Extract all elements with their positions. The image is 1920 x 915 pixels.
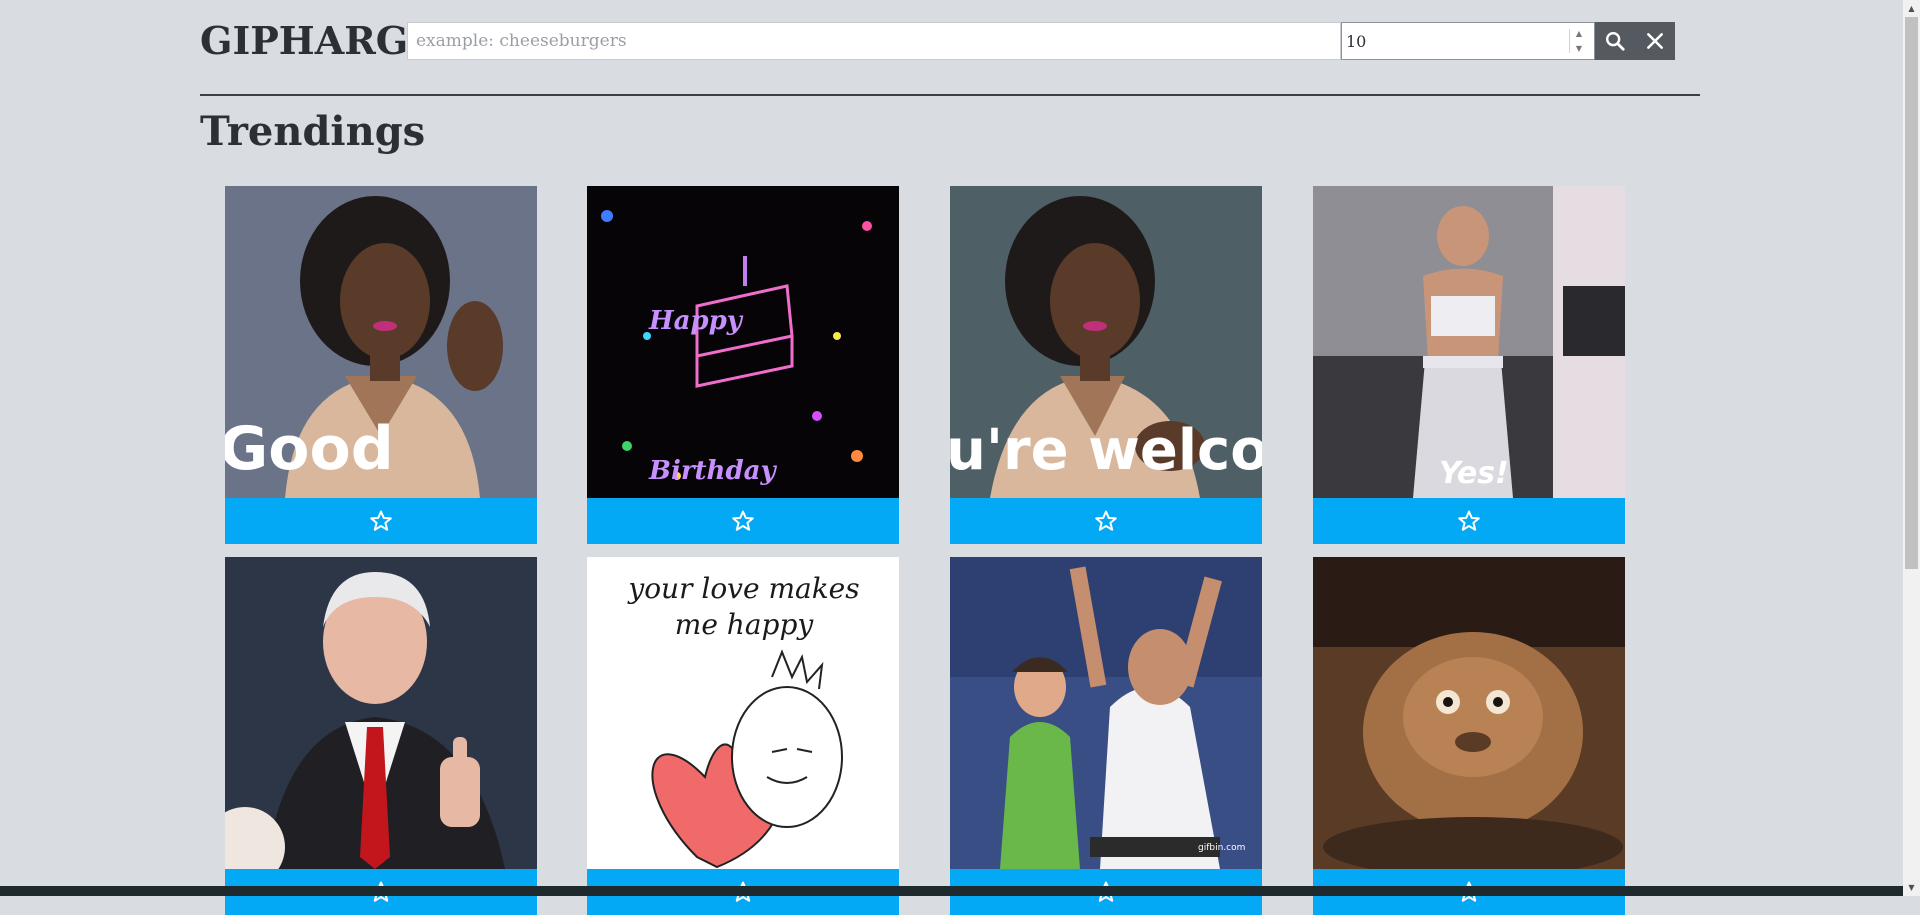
gif-caption: gifbin.com <box>1198 843 1246 853</box>
top-bar: GIPHARG ▲ ▼ <box>200 18 1700 63</box>
search-icon <box>1606 32 1625 51</box>
gif-image[interactable] <box>225 557 537 869</box>
gif-image[interactable]: Good <box>225 186 537 498</box>
clear-button[interactable] <box>1635 22 1675 60</box>
star-outline-icon <box>370 510 392 531</box>
stadium-dance-image <box>950 557 1262 869</box>
gif-card[interactable]: Good <box>225 186 537 544</box>
gif-caption: Yes! <box>1439 456 1509 491</box>
gif-card[interactable]: Yes! <box>1313 186 1625 544</box>
star-outline-icon <box>1458 510 1480 531</box>
gif-card[interactable]: u're welco <box>950 186 1262 544</box>
gif-card[interactable]: Happy Birthday <box>587 186 899 544</box>
gif-caption: Happy Birthday <box>649 306 776 486</box>
favorite-button[interactable] <box>587 498 899 544</box>
gif-image[interactable]: Happy Birthday <box>587 186 899 498</box>
os-taskbar <box>0 886 1903 896</box>
gif-image[interactable]: your love makes me happy <box>587 557 899 869</box>
limit-field[interactable]: ▲ ▼ <box>1341 22 1595 60</box>
gif-card[interactable]: gifbin.com <box>950 557 1262 915</box>
brand-logo[interactable]: GIPHARG <box>200 18 408 63</box>
scroll-down-icon[interactable]: ▼ <box>1903 879 1920 896</box>
gif-card[interactable]: your love makes me happy <box>587 557 899 915</box>
gif-caption: Good <box>225 414 394 484</box>
star-outline-icon <box>1095 510 1117 531</box>
gif-card[interactable] <box>225 557 537 915</box>
page-scrollbar[interactable]: ▲ ▼ <box>1903 0 1920 896</box>
gif-image[interactable]: gifbin.com <box>950 557 1262 869</box>
favorite-button[interactable] <box>950 498 1262 544</box>
search-input[interactable] <box>407 22 1341 60</box>
header-divider <box>200 94 1700 96</box>
limit-spinner[interactable]: ▲ ▼ <box>1569 29 1588 53</box>
scrollbar-thumb[interactable] <box>1905 17 1918 569</box>
gif-image[interactable]: u're welco <box>950 186 1262 498</box>
search-button[interactable] <box>1595 22 1635 60</box>
fitness-woman-image <box>1313 186 1625 498</box>
scroll-up-icon[interactable]: ▲ <box>1903 0 1920 17</box>
section-title: Trendings <box>200 108 426 155</box>
gif-card[interactable] <box>1313 557 1625 915</box>
favorite-button[interactable] <box>225 498 537 544</box>
spinner-down-icon[interactable]: ▼ <box>1576 44 1582 53</box>
gif-caption: u're welco <box>950 418 1262 483</box>
spinner-up-icon[interactable]: ▲ <box>1576 29 1582 38</box>
favorite-button[interactable] <box>1313 498 1625 544</box>
man-thumbs-up-image <box>225 557 537 869</box>
furry-creature-image <box>1313 557 1625 869</box>
gif-image[interactable] <box>1313 557 1625 869</box>
star-outline-icon <box>732 510 754 531</box>
gif-caption: your love makes me happy <box>628 572 860 641</box>
gif-image[interactable]: Yes! <box>1313 186 1625 498</box>
close-icon <box>1647 33 1663 49</box>
limit-input[interactable] <box>1342 23 1570 59</box>
